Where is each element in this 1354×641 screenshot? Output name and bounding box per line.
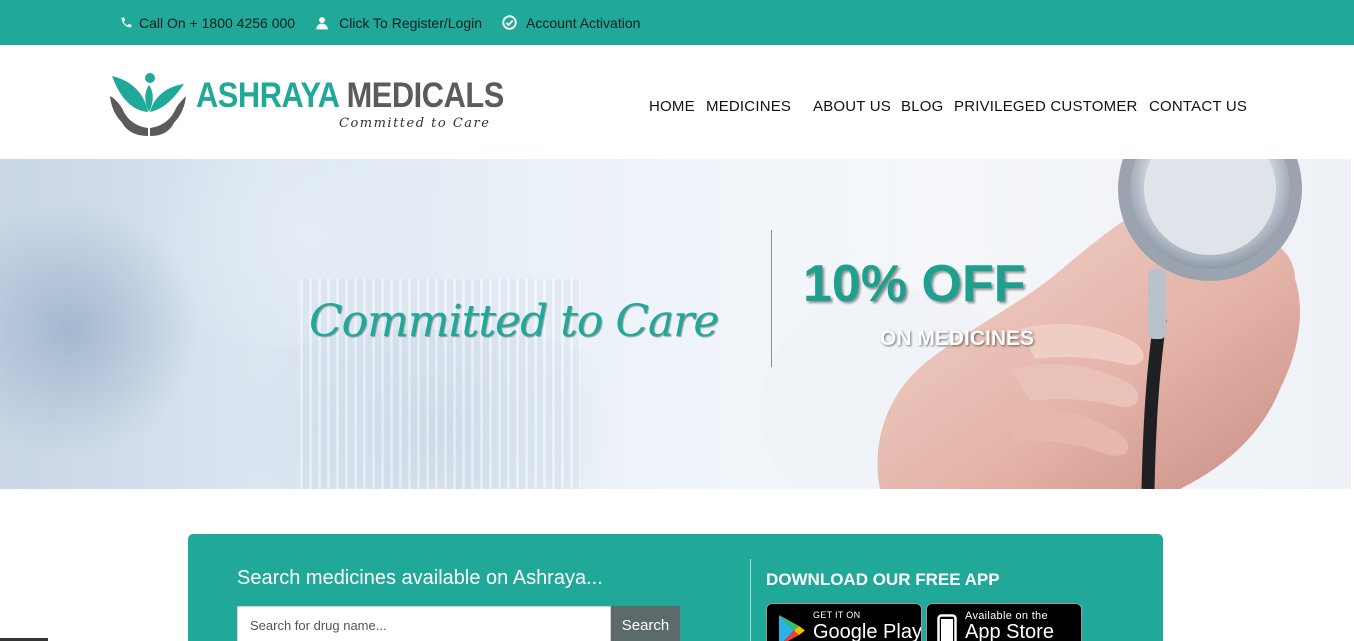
google-play-small: GET IT ON: [813, 610, 861, 620]
search-button[interactable]: Search: [611, 606, 680, 641]
check-circle-icon: [502, 15, 517, 30]
stethoscope-hand-icon: [760, 159, 1302, 489]
hero-offer-subtitle: ON MEDICINES: [880, 327, 1035, 350]
hero-banner: Committed to Care 10% OFF ON MEDICINES: [0, 159, 1351, 489]
register-login-label: Click To Register/Login: [339, 14, 482, 31]
site-header: ASHRAYA MEDICALS Committed to Care HOME …: [0, 45, 1354, 159]
phone-device-icon: [937, 614, 957, 641]
download-app-title: DOWNLOAD OUR FREE APP: [766, 570, 1000, 589]
hero-divider: [771, 230, 772, 367]
nav-contact-us[interactable]: CONTACT US: [1149, 98, 1247, 115]
search-panel-title: Search medicines available on Ashraya...: [237, 567, 603, 589]
nav-blog[interactable]: BLOG: [901, 98, 943, 115]
hero-tagline: Committed to Care: [309, 296, 719, 347]
top-bar: Call On + 1800 4256 000 Click To Registe…: [0, 0, 1354, 45]
nav-about-us[interactable]: ABOUT US: [813, 98, 891, 115]
google-play-icon: [779, 615, 805, 641]
call-link[interactable]: Call On + 1800 4256 000: [120, 15, 295, 31]
google-play-badge[interactable]: GET IT ON Google Play: [766, 603, 922, 641]
app-store-badge[interactable]: Available on the App Store: [926, 603, 1082, 641]
user-icon: [316, 16, 328, 29]
nav-medicines[interactable]: MEDICINES: [706, 98, 791, 115]
app-store-big: App Store: [965, 621, 1054, 641]
phone-icon: [121, 17, 132, 28]
google-play-big: Google Play: [813, 621, 922, 641]
account-activation-link[interactable]: Account Activation: [502, 15, 640, 31]
call-label: Call On + 1800 4256 000: [139, 14, 296, 31]
drug-search-input[interactable]: [237, 606, 611, 641]
nav-privileged-customer[interactable]: PRIVILEGED CUSTOMER: [954, 98, 1138, 115]
nav-home[interactable]: HOME: [649, 98, 695, 115]
register-login-link[interactable]: Click To Register/Login: [315, 15, 482, 31]
top-bar-links: Call On + 1800 4256 000 Click To Registe…: [120, 0, 660, 45]
account-activation-label: Account Activation: [526, 14, 641, 31]
logo-tagline: Committed to Care: [339, 116, 491, 131]
main-nav: HOME MEDICINES ABOUT US BLOG PRIVILEGED …: [0, 98, 1354, 118]
search-panel: Search medicines available on Ashraya...…: [188, 534, 1163, 641]
hero-offer: 10% OFF: [803, 255, 1026, 313]
panel-divider: [750, 559, 751, 641]
